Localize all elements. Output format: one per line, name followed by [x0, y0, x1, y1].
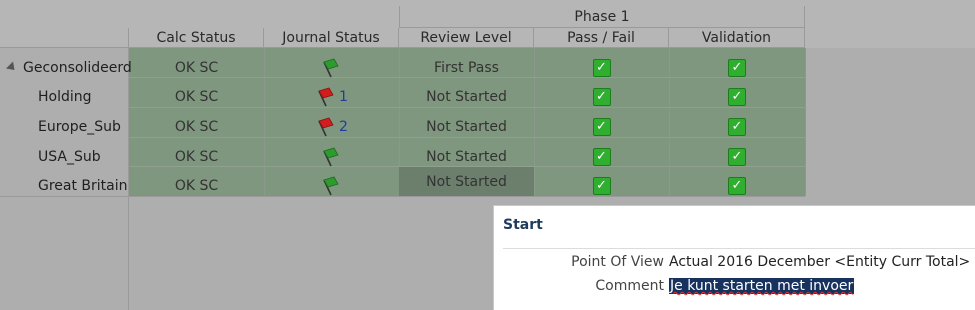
green-checkbox-icon: ✓	[728, 117, 746, 136]
collapse-triangle-icon[interactable]	[5, 61, 19, 74]
validation-cell[interactable]: ✓	[669, 82, 805, 111]
red-flag-icon	[318, 87, 334, 106]
red-flag-icon	[318, 117, 334, 136]
calc-status-cell[interactable]: OK SC	[129, 82, 264, 111]
comment-label: Comment	[595, 278, 664, 294]
column-header-pass-fail[interactable]: Pass / Fail	[534, 28, 669, 48]
green-checkbox-icon: ✓	[728, 58, 746, 77]
pass-fail-cell[interactable]: ✓	[534, 171, 669, 200]
start-dialog: Start Point Of View Actual 2016 December…	[493, 205, 975, 310]
validation-cell[interactable]: ✓	[669, 53, 805, 82]
green-checkbox-icon: ✓	[728, 176, 746, 195]
column-header-journal-status[interactable]: Journal Status	[264, 28, 399, 48]
column-header-validation[interactable]: Validation	[669, 28, 805, 48]
pass-fail-cell[interactable]: ✓	[534, 112, 669, 141]
review-level-cell[interactable]: First Pass	[399, 53, 534, 82]
green-checkbox-icon: ✓	[728, 87, 746, 106]
green-checkbox-icon: ✓	[592, 176, 611, 195]
row-header-holding[interactable]: Holding	[0, 82, 129, 111]
green-flag-icon	[322, 58, 339, 77]
entity-label: Geconsolideerd	[23, 59, 132, 76]
row-header-geconsolideerd[interactable]: Geconsolideerd	[0, 53, 132, 82]
calc-status-cell[interactable]: OK SC	[129, 142, 264, 171]
journal-count: 2	[339, 118, 348, 135]
journal-status-cell[interactable]: 1	[264, 82, 399, 111]
row-header-great-britain[interactable]: Great Britain	[0, 171, 129, 200]
journal-count: 1	[339, 88, 348, 105]
dialog-title: Start	[503, 217, 543, 233]
journal-status-cell[interactable]	[264, 142, 399, 171]
validation-cell[interactable]: ✓	[669, 142, 805, 171]
validation-cell[interactable]: ✓	[669, 171, 805, 200]
green-checkbox-icon: ✓	[592, 117, 611, 136]
journal-status-cell[interactable]: 2	[264, 112, 399, 141]
review-level-cell[interactable]: Not Started	[399, 82, 534, 111]
calc-status-cell[interactable]: OK SC	[129, 171, 264, 200]
validation-cell[interactable]: ✓	[669, 112, 805, 141]
phase-header: Phase 1	[399, 6, 805, 28]
review-level-cell-selected[interactable]: Not Started	[399, 167, 534, 196]
pass-fail-cell[interactable]: ✓	[534, 82, 669, 111]
pass-fail-cell[interactable]: ✓	[534, 53, 669, 82]
row-header-europe-sub[interactable]: Europe_Sub	[0, 112, 129, 141]
journal-status-cell[interactable]	[264, 53, 399, 82]
calc-status-cell[interactable]: OK SC	[129, 112, 264, 141]
calc-status-cell[interactable]: OK SC	[129, 53, 264, 82]
column-header-calc-status[interactable]: Calc Status	[129, 28, 264, 48]
column-header-review-level[interactable]: Review Level	[399, 28, 534, 48]
point-of-view-value: Actual 2016 December <Entity Curr Total>	[669, 254, 971, 270]
dialog-divider	[503, 248, 975, 249]
green-checkbox-icon: ✓	[728, 147, 746, 166]
point-of-view-label: Point Of View	[571, 254, 664, 270]
green-flag-icon	[322, 176, 339, 195]
comment-field[interactable]: Je kunt starten met invoer	[669, 278, 855, 294]
green-checkbox-icon: ✓	[592, 58, 611, 77]
comment-selected-text[interactable]: Je kunt starten met invoer	[669, 278, 855, 294]
journal-status-cell[interactable]	[264, 171, 399, 200]
green-checkbox-icon: ✓	[592, 87, 611, 106]
review-level-cell[interactable]: Not Started	[399, 112, 534, 141]
green-checkbox-icon: ✓	[592, 147, 611, 166]
pass-fail-cell[interactable]: ✓	[534, 142, 669, 171]
green-flag-icon	[322, 147, 339, 166]
row-header-usa-sub[interactable]: USA_Sub	[0, 142, 129, 171]
corner-header	[0, 28, 129, 48]
column-divider	[805, 48, 806, 196]
